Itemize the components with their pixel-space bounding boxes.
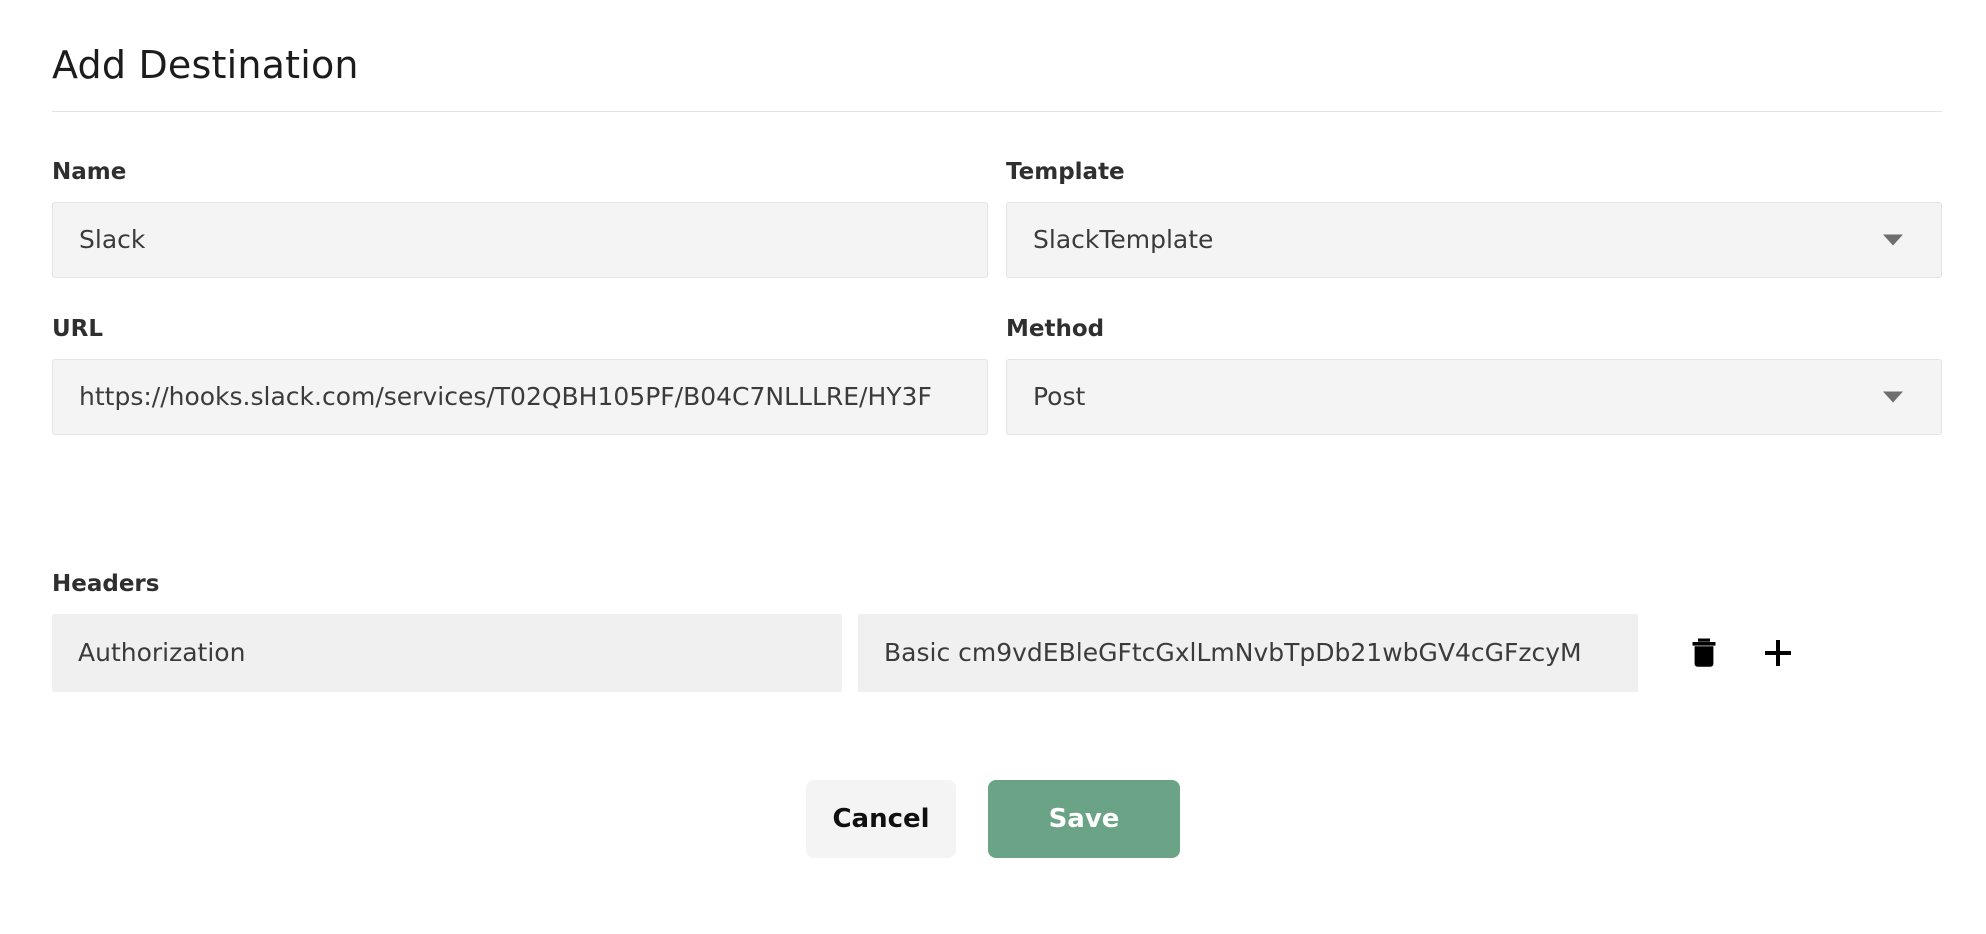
header-value-value[interactable]: Basic cm9vdEBleGFtcGxlLmNvbTpDb21wbGV4cG… — [858, 638, 1638, 668]
headers-section: Headers Authorization Basic cm9vdEBleGFt… — [52, 570, 1942, 692]
form-row-url-method: URL https://hooks.slack.com/services/T02… — [52, 315, 1942, 435]
header-value-input[interactable]: Basic cm9vdEBleGFtcGxlLmNvbTpDb21wbGV4cG… — [858, 614, 1638, 692]
field-url: URL https://hooks.slack.com/services/T02… — [52, 315, 988, 435]
chevron-down-icon[interactable] — [1883, 391, 1903, 403]
field-method: Method Post — [1006, 315, 1942, 435]
url-input[interactable]: https://hooks.slack.com/services/T02QBH1… — [52, 359, 988, 435]
name-label: Name — [52, 159, 127, 185]
plus-icon — [1765, 640, 1791, 666]
template-select[interactable]: SlackTemplate — [1006, 202, 1942, 278]
delete-header-button[interactable] — [1682, 631, 1726, 675]
headers-label: Headers — [52, 571, 160, 597]
add-destination-dialog: Add Destination Name Slack Template Slac… — [0, 0, 1986, 934]
header-row: Authorization Basic cm9vdEBleGFtcGxlLmNv… — [52, 614, 1942, 692]
template-select-value: SlackTemplate — [1033, 225, 1214, 254]
form-row-name-template: Name Slack Template SlackTemplate — [52, 158, 1942, 278]
template-label: Template — [1006, 159, 1125, 185]
page-title: Add Destination — [52, 43, 359, 87]
url-input-value[interactable]: https://hooks.slack.com/services/T02QBH1… — [53, 382, 987, 412]
field-template: Template SlackTemplate — [1006, 158, 1942, 278]
name-input-value[interactable]: Slack — [53, 225, 987, 255]
method-label: Method — [1006, 316, 1105, 342]
method-select[interactable]: Post — [1006, 359, 1942, 435]
add-header-button[interactable] — [1756, 631, 1800, 675]
name-input[interactable]: Slack — [52, 202, 988, 278]
save-button[interactable]: Save — [988, 780, 1180, 858]
header-key-value[interactable]: Authorization — [52, 638, 842, 668]
cancel-button[interactable]: Cancel — [806, 780, 956, 858]
chevron-down-icon[interactable] — [1883, 234, 1903, 246]
dialog-actions: Cancel Save — [0, 780, 1986, 858]
field-name: Name Slack — [52, 158, 988, 278]
url-label: URL — [52, 316, 104, 342]
destination-form: Name Slack Template SlackTemplate URL ht… — [52, 158, 1942, 472]
method-select-value: Post — [1033, 382, 1086, 411]
header-key-input[interactable]: Authorization — [52, 614, 842, 692]
title-divider — [52, 111, 1942, 112]
trash-icon — [1692, 638, 1716, 667]
